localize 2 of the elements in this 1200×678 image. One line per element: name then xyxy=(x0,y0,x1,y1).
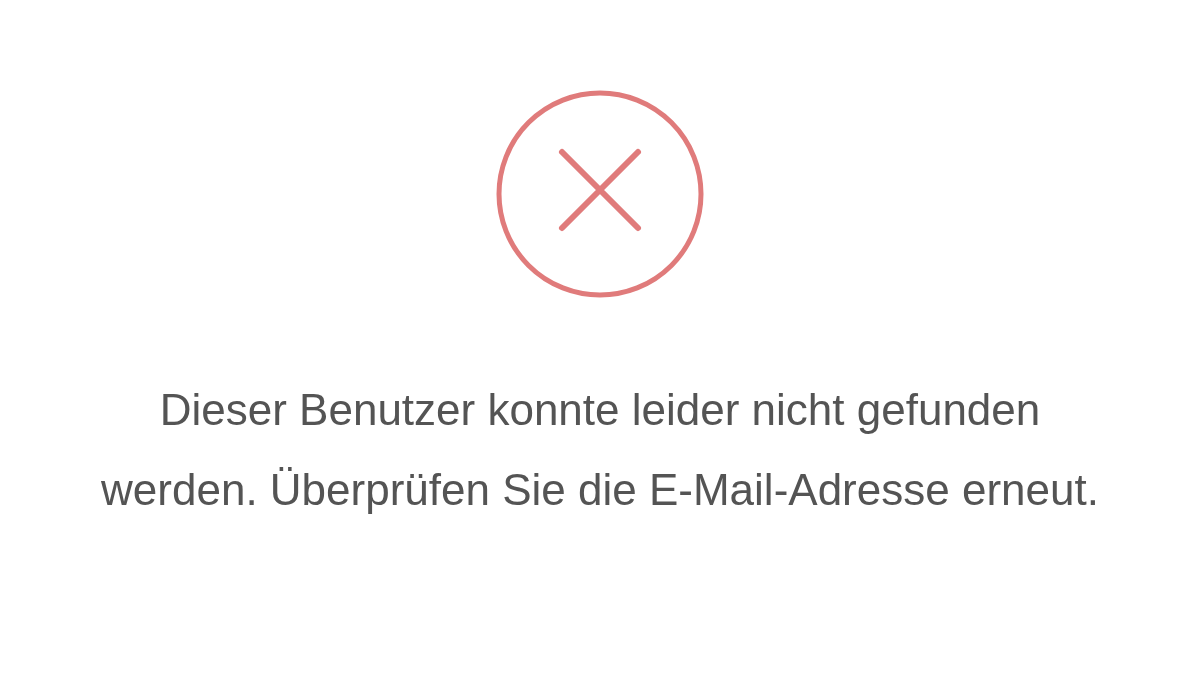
error-message: Dieser Benutzer konnte leider nicht gefunden werden. Überprüfen Sie die E-Mail-Adresse erneut. xyxy=(100,384,1100,516)
error-icon xyxy=(496,90,704,298)
